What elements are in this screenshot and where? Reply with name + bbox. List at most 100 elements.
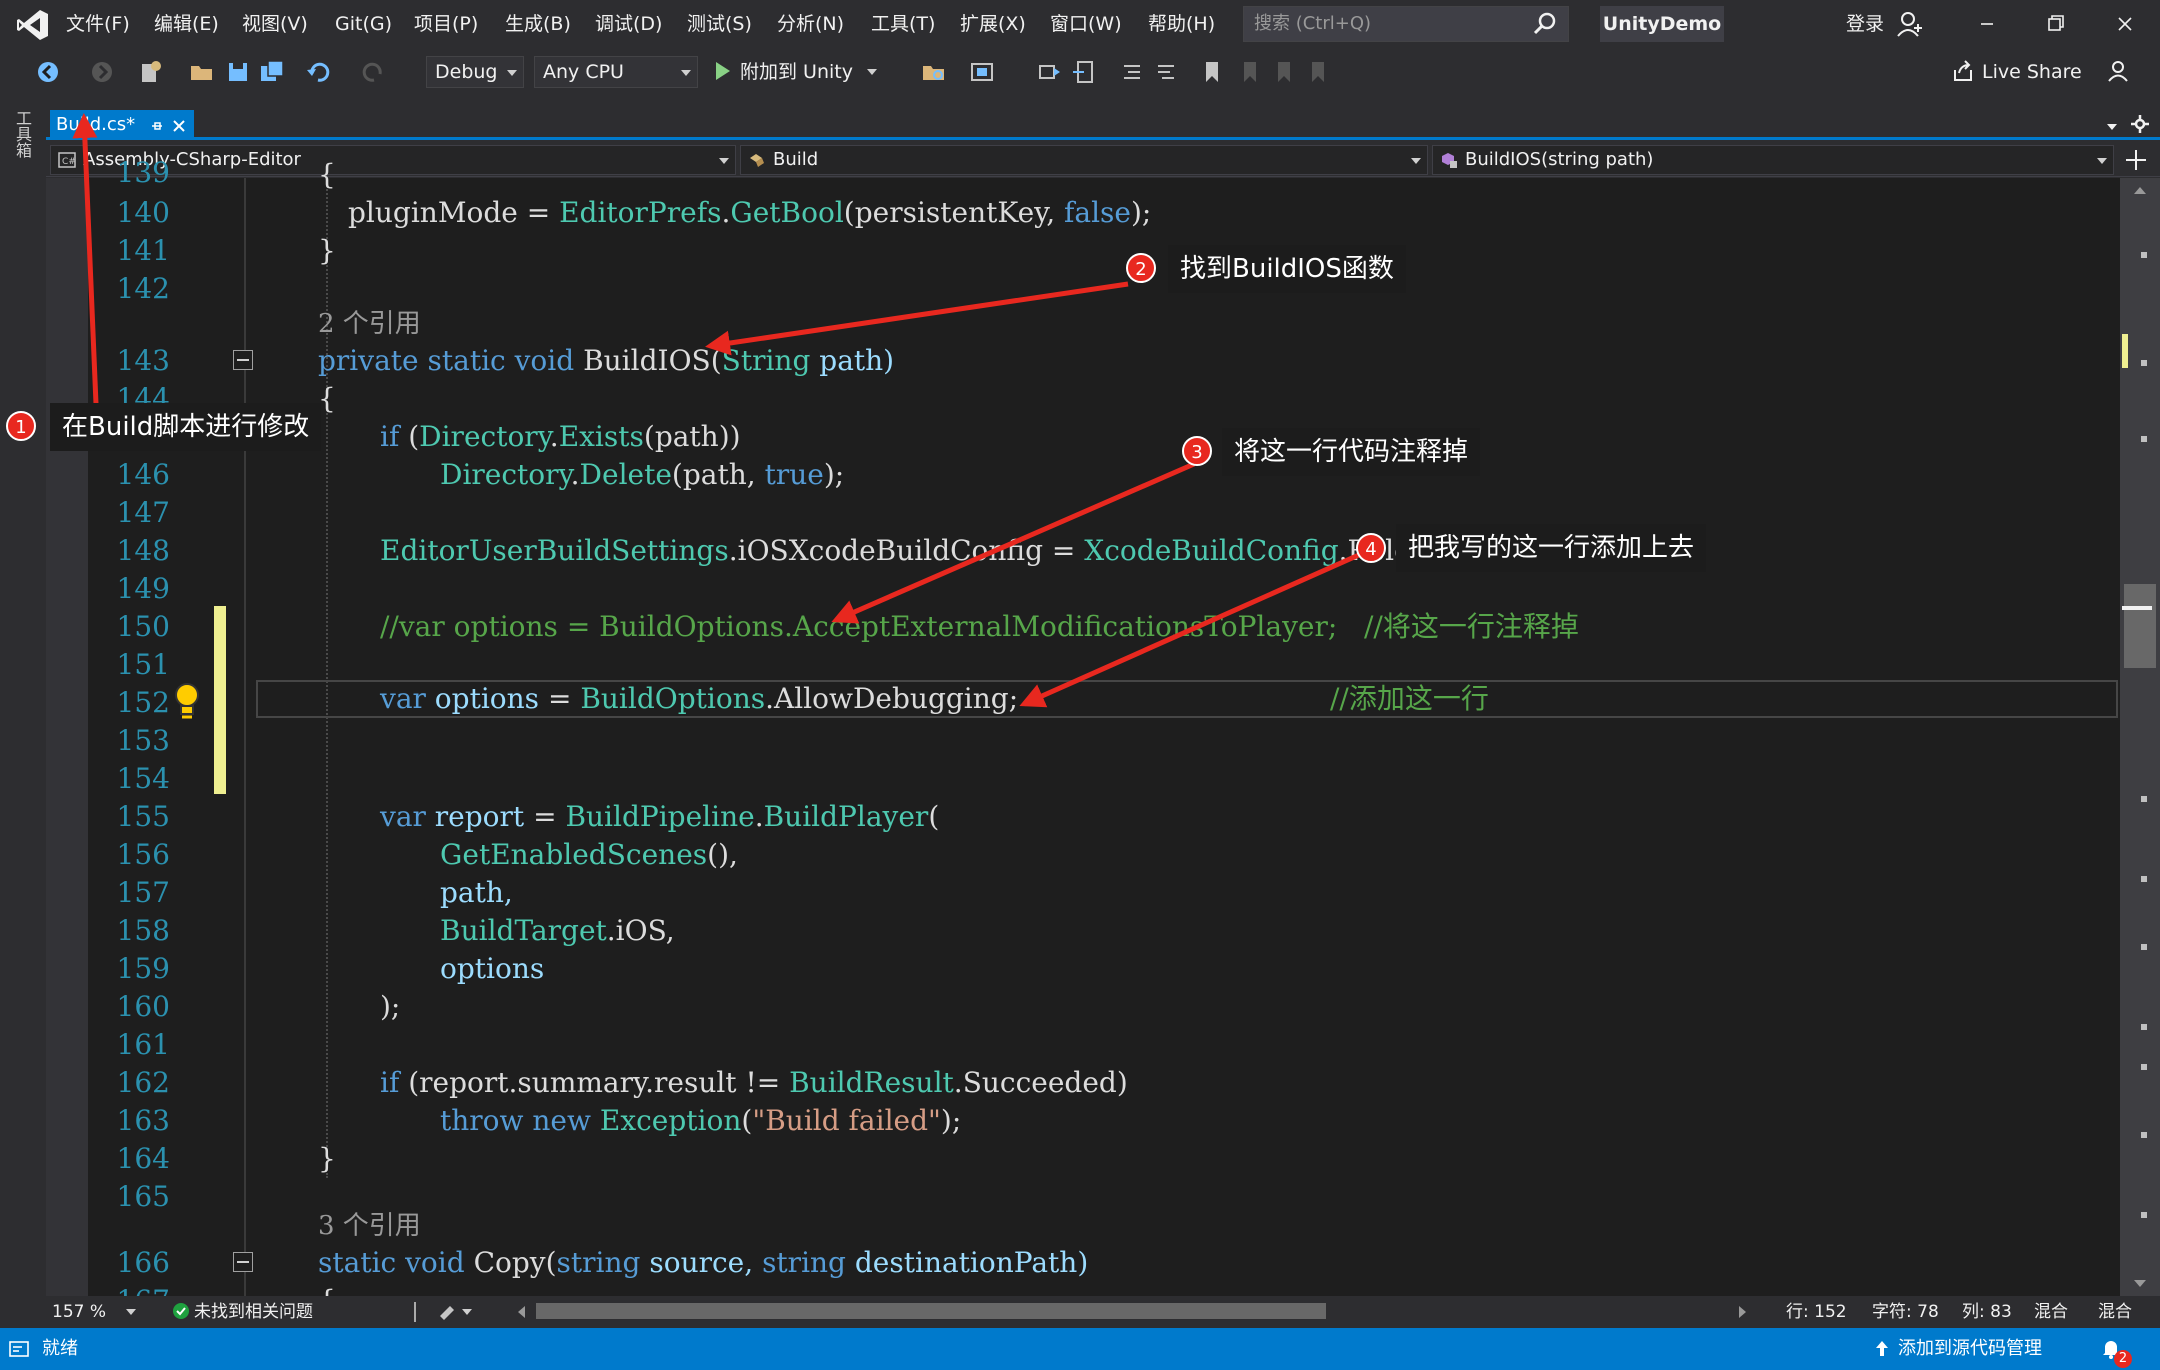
line-number: 159	[116, 952, 170, 985]
clear-bookmarks-icon[interactable]	[1304, 58, 1332, 86]
menu-tools[interactable]: 工具(T)	[871, 8, 935, 40]
menu-help[interactable]: 帮助(H)	[1148, 8, 1215, 40]
svg-text:C#: C#	[62, 157, 76, 167]
issues-indicator[interactable]: 未找到相关问题	[172, 1296, 313, 1328]
method-icon	[1442, 153, 1457, 168]
menu-view[interactable]: 视图(V)	[242, 8, 308, 40]
code-cleanup-icon[interactable]	[436, 1300, 476, 1324]
solution-explorer-icon[interactable]	[968, 58, 996, 86]
scroll-left-icon[interactable]	[512, 1302, 532, 1322]
scroll-right-icon[interactable]	[1732, 1302, 1752, 1322]
chevron-down-icon	[126, 1309, 136, 1315]
live-share-button[interactable]: Live Share	[1952, 56, 2082, 88]
line-number: 163	[116, 1104, 170, 1137]
restore-icon[interactable]	[2034, 6, 2076, 42]
codelens-references[interactable]: 2 个引用	[318, 306, 421, 342]
change-marker	[2122, 334, 2128, 368]
next-bookmark-icon[interactable]	[1270, 58, 1298, 86]
split-editor-icon[interactable]	[2124, 148, 2148, 172]
menu-test[interactable]: 测试(S)	[687, 8, 752, 40]
class-dropdown[interactable]: Build	[740, 145, 1428, 175]
bookmark-icon[interactable]	[1198, 58, 1226, 86]
scroll-down-icon[interactable]	[2128, 1274, 2152, 1294]
line-number: 155	[116, 800, 170, 833]
new-project-icon[interactable]	[136, 58, 164, 86]
back-icon[interactable]	[34, 58, 62, 86]
minimize-icon[interactable]	[1966, 6, 2008, 42]
comment-lines-icon[interactable]	[1118, 58, 1146, 86]
toolbox-tab[interactable]: 工具箱	[12, 110, 34, 158]
code-line-157: path,	[440, 876, 513, 909]
step-over-icon[interactable]	[1036, 58, 1064, 86]
document-tab-strip	[46, 96, 2160, 140]
char-indicator[interactable]: 字符: 78	[1872, 1296, 1939, 1328]
menu-edit[interactable]: 编辑(E)	[154, 8, 219, 40]
feedback-icon[interactable]	[2104, 56, 2132, 84]
settings-icon[interactable]	[2130, 114, 2150, 134]
tabs-indicator[interactable]: 混合	[2034, 1296, 2068, 1328]
menu-project[interactable]: 项目(P)	[414, 8, 478, 40]
zoom-dropdown[interactable]: 157 %	[52, 1296, 142, 1328]
menu-extensions[interactable]: 扩展(X)	[960, 8, 1026, 40]
close-icon[interactable]	[2104, 6, 2146, 42]
code-line-152: var options = BuildOptions.AllowDebuggin…	[380, 682, 1489, 715]
column-indicator[interactable]: 列: 83	[1962, 1296, 2012, 1328]
horizontal-scroll-thumb[interactable]	[536, 1303, 1326, 1319]
prev-bookmark-icon[interactable]	[1236, 58, 1264, 86]
redo-icon[interactable]	[360, 58, 388, 86]
arrow-up-icon	[1876, 1341, 1888, 1356]
line-number: 165	[116, 1180, 170, 1213]
add-to-source-control-button[interactable]: 添加到源代码管理	[1874, 1328, 2042, 1370]
close-tab-icon[interactable]	[172, 119, 186, 133]
pin-icon[interactable]	[150, 119, 164, 133]
save-all-icon[interactable]	[258, 58, 286, 86]
lightbulb-icon[interactable]	[170, 680, 204, 720]
undo-icon[interactable]	[304, 58, 332, 86]
login-link[interactable]: 登录	[1846, 8, 1884, 40]
output-window-icon[interactable]	[8, 1340, 30, 1358]
line-number: 161	[116, 1028, 170, 1061]
collapse-method-copy-icon[interactable]	[233, 1252, 253, 1272]
tab-build-cs[interactable]: Build.cs*	[50, 110, 194, 140]
line-number: 143	[116, 344, 170, 377]
menu-git[interactable]: Git(G)	[335, 8, 392, 40]
scroll-marker	[2141, 360, 2147, 366]
menu-file[interactable]: 文件(F)	[66, 8, 130, 40]
save-icon[interactable]	[224, 58, 252, 86]
class-value: Build	[773, 149, 819, 170]
member-value: BuildIOS(string path)	[1465, 149, 1654, 170]
uncomment-lines-icon[interactable]	[1152, 58, 1180, 86]
line-number: 140	[116, 196, 170, 229]
line-number: 152	[116, 686, 170, 719]
menu-analyze[interactable]: 分析(N)	[777, 8, 844, 40]
search-input[interactable]: 搜索 (Ctrl+Q)	[1243, 6, 1569, 42]
tab-list-dropdown-icon[interactable]	[2104, 118, 2120, 134]
configuration-dropdown[interactable]: Debug	[426, 56, 524, 88]
forward-icon[interactable]	[88, 58, 116, 86]
platform-dropdown[interactable]: Any CPU	[534, 56, 698, 88]
tab-label: Build.cs*	[56, 114, 136, 135]
codelens-references[interactable]: 3 个引用	[318, 1208, 421, 1244]
line-number: 142	[116, 272, 170, 305]
visual-studio-logo-icon[interactable]	[16, 8, 50, 42]
live-share-label: Live Share	[1982, 61, 2082, 83]
menu-debug[interactable]: 调试(D)	[595, 8, 662, 40]
line-ending-indicator[interactable]: 混合	[2098, 1296, 2132, 1328]
step-into-icon[interactable]	[1070, 58, 1098, 86]
find-in-files-icon[interactable]	[920, 58, 948, 86]
attach-to-unity-button[interactable]: 附加到 Unity	[714, 56, 878, 88]
menu-build[interactable]: 生成(B)	[505, 8, 571, 40]
vertical-scroll-thumb[interactable]	[2124, 584, 2156, 668]
code-line-141: }	[318, 234, 336, 267]
member-dropdown[interactable]: BuildIOS(string path)	[1432, 145, 2114, 175]
scroll-marker	[2141, 1064, 2147, 1070]
open-folder-icon[interactable]	[188, 58, 216, 86]
scroll-up-icon[interactable]	[2128, 180, 2152, 200]
collapse-method-buildios-icon[interactable]	[233, 350, 253, 370]
line-number: 151	[116, 648, 170, 681]
menu-window[interactable]: 窗口(W)	[1050, 8, 1122, 40]
line-indicator[interactable]: 行: 152	[1786, 1296, 1847, 1328]
notification-count-badge: 2	[2114, 1350, 2132, 1368]
line-number: 153	[116, 724, 170, 757]
account-icon[interactable]	[1896, 10, 1924, 38]
